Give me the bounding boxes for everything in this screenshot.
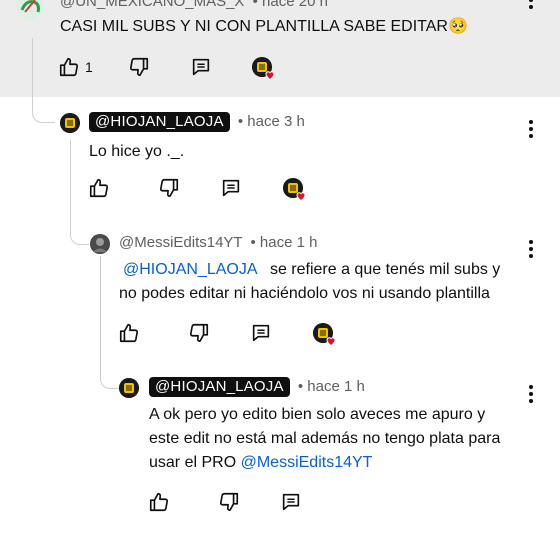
comment-text-line-3: usar el PRO bbox=[149, 454, 241, 471]
avatar[interactable] bbox=[60, 113, 80, 133]
mention-link[interactable]: @HIOJAN_LAOJA bbox=[123, 261, 258, 278]
comment-text-line-1: se refiere a que tenés mil subs y bbox=[265, 261, 501, 278]
thumbs-down-icon[interactable] bbox=[188, 322, 210, 344]
reply-icon[interactable] bbox=[220, 177, 242, 199]
mention-link[interactable]: @MessiEdits14YT bbox=[241, 454, 373, 471]
comment-meta: @MessiEdits14YT • hace 1 h bbox=[119, 234, 317, 251]
reply-icon[interactable] bbox=[250, 322, 272, 344]
thumbs-up-icon[interactable] bbox=[148, 491, 170, 513]
comment-meta: @HIOJAN_LAOJA • hace 1 h bbox=[149, 377, 365, 397]
comment-text-line-2: este edit no está mal además no tengo pl… bbox=[149, 430, 501, 447]
comment-time[interactable]: • hace 1 h bbox=[251, 234, 318, 251]
reply-icon[interactable] bbox=[280, 491, 302, 513]
comment-time[interactable]: • hace 20 h bbox=[253, 0, 328, 10]
comment-meta: @UN_MEXICANO_MAS_X • hace 20 h bbox=[60, 0, 328, 10]
comment-text: Lo hice yo ._. bbox=[89, 143, 185, 160]
comment-text-line-2: no podes editar ni haciéndolo vos ni usa… bbox=[119, 285, 490, 302]
thumbs-down-icon[interactable] bbox=[128, 56, 150, 78]
comment-meta: @HIOJAN_LAOJA • hace 3 h bbox=[89, 112, 305, 132]
more-vert-icon[interactable] bbox=[529, 385, 533, 406]
comment-time[interactable]: • hace 1 h bbox=[298, 378, 365, 395]
author-name-chip[interactable]: @HIOJAN_LAOJA bbox=[149, 377, 290, 397]
thumbs-down-icon[interactable] bbox=[158, 177, 180, 199]
thumbs-up-icon[interactable] bbox=[88, 177, 110, 199]
creator-heart-icon bbox=[313, 323, 337, 347]
more-vert-icon[interactable] bbox=[529, 0, 533, 12]
more-vert-icon[interactable] bbox=[529, 240, 533, 261]
author-name-chip[interactable]: @HIOJAN_LAOJA bbox=[89, 112, 230, 132]
comment-time[interactable]: • hace 3 h bbox=[238, 113, 305, 130]
creator-heart-icon bbox=[252, 57, 276, 81]
comment-text: A ok pero yo edito bien solo aveces me a… bbox=[149, 403, 549, 475]
comment-text-line-1: A ok pero yo edito bien solo aveces me a… bbox=[149, 406, 486, 423]
thumbs-up-icon[interactable] bbox=[118, 322, 140, 344]
comment-text: CASI MIL SUBS Y NI CON PLANTILLA SABE ED… bbox=[60, 18, 468, 35]
thread-line bbox=[100, 256, 119, 389]
thread-line bbox=[32, 38, 55, 123]
creator-heart-icon bbox=[283, 178, 307, 202]
avatar[interactable] bbox=[119, 378, 139, 398]
avatar[interactable] bbox=[90, 234, 110, 254]
more-vert-icon[interactable] bbox=[529, 120, 533, 141]
thumbs-down-icon[interactable] bbox=[218, 491, 240, 513]
reply-icon[interactable] bbox=[190, 56, 212, 78]
author-name[interactable]: @MessiEdits14YT bbox=[119, 234, 242, 251]
comment-text: @HIOJAN_LAOJA se refiere a que tenés mil… bbox=[119, 258, 539, 306]
like-count: 1 bbox=[85, 59, 93, 75]
thread-line bbox=[70, 140, 89, 245]
author-name[interactable]: @UN_MEXICANO_MAS_X bbox=[60, 0, 244, 10]
thumbs-up-icon[interactable] bbox=[58, 56, 80, 78]
